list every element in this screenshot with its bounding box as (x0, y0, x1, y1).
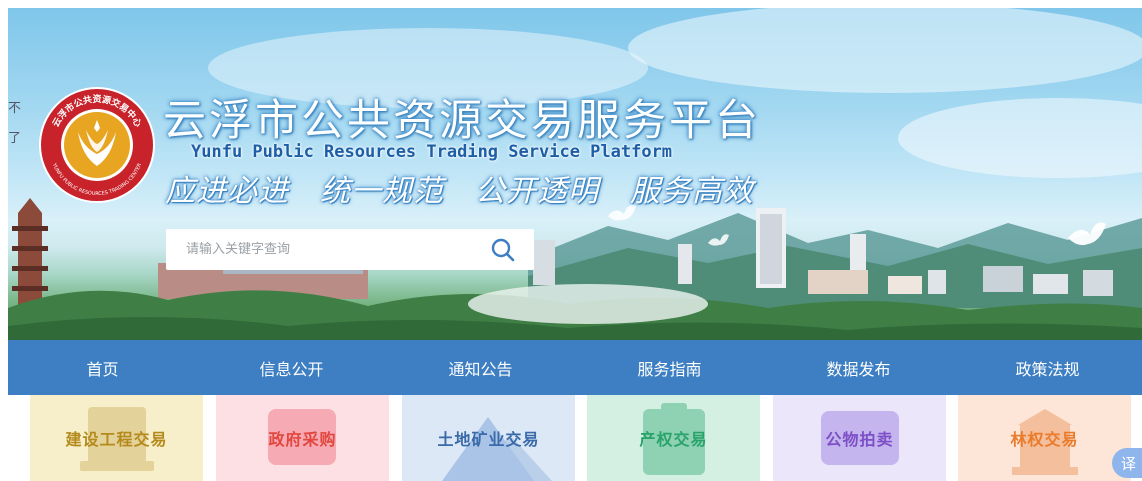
nav-item-info-disclosure[interactable]: 信息公开 (197, 340, 386, 395)
nav-item-notices[interactable]: 通知公告 (386, 340, 575, 395)
site-title-english: Yunfu Public Resources Trading Service P… (191, 142, 673, 162)
site-slogan: 应进必进 统一规范 公开透明 服务高效 (165, 174, 754, 209)
nav-item-data-release[interactable]: 数据发布 (764, 340, 953, 395)
main-navigation: 首页 信息公开 通知公告 服务指南 数据发布 政策法规 (8, 340, 1142, 395)
edge-text: 不 了 (8, 101, 22, 146)
nav-item-service-guide[interactable]: 服务指南 (575, 340, 764, 395)
card-label: 土地矿业交易 (437, 430, 540, 449)
search-icon[interactable] (490, 237, 516, 263)
search-bar (166, 229, 534, 270)
header-banner: 不 了 云浮市公共资源交易中心 YUNFU PUBLIC RESOURCES T… (8, 8, 1142, 340)
card-label: 公物拍卖 (825, 430, 894, 449)
card-land-mining-trading[interactable]: 土地矿业交易 (402, 395, 575, 481)
card-label: 建设工程交易 (65, 430, 168, 449)
search-input[interactable] (186, 242, 486, 257)
card-property-rights-trading[interactable]: 产权交易 (587, 395, 760, 481)
card-construction-trading[interactable]: 建设工程交易 (30, 395, 203, 481)
translate-button[interactable]: 译 (1112, 448, 1142, 478)
card-forest-rights-trading[interactable]: 林权交易 (958, 395, 1131, 481)
center-logo-emblem[interactable]: 云浮市公共资源交易中心 YUNFU PUBLIC RESOURCES TRADI… (38, 86, 156, 204)
card-public-auction[interactable]: 公物拍卖 (773, 395, 946, 481)
card-label: 政府采购 (268, 430, 337, 449)
card-government-procurement[interactable]: 政府采购 (216, 395, 389, 481)
card-label: 产权交易 (639, 430, 708, 449)
category-cards: 建设工程交易 政府采购 土地矿业交易 产权交易 公物拍卖 林权交易 (30, 395, 1142, 481)
card-label: 林权交易 (1010, 430, 1079, 449)
site-title: 云浮市公共资源交易服务平台 (163, 96, 761, 146)
nav-item-policies[interactable]: 政策法规 (953, 340, 1142, 395)
nav-item-home[interactable]: 首页 (8, 340, 197, 395)
